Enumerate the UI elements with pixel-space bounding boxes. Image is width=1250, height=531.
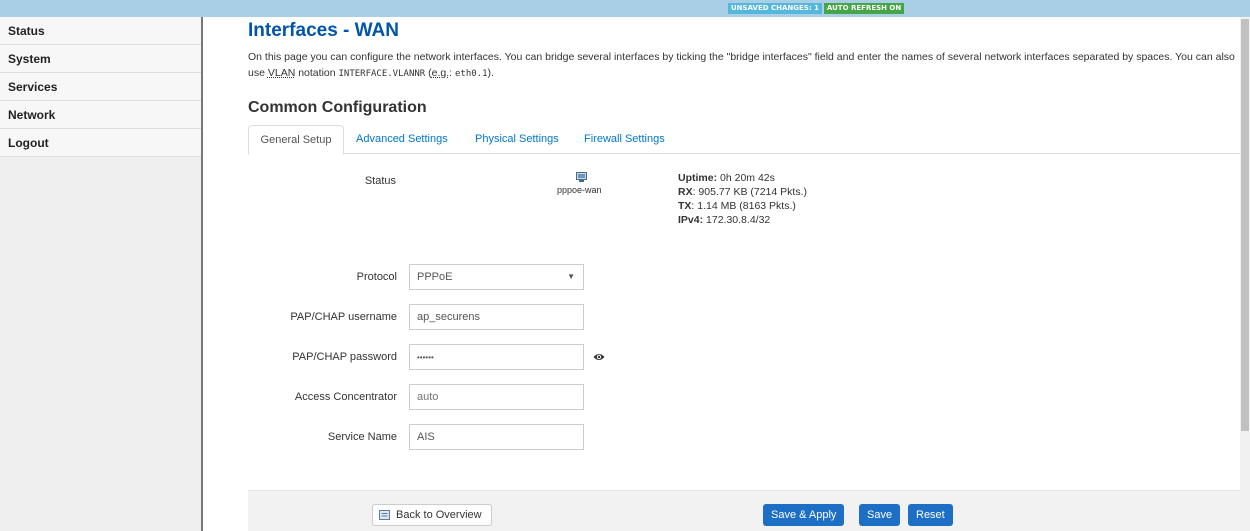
- service-name-input[interactable]: [409, 424, 584, 450]
- back-button-label: Back to Overview: [396, 509, 482, 521]
- access-concentrator-row: Access Concentrator: [205, 384, 1205, 410]
- access-concentrator-input[interactable]: [409, 384, 584, 410]
- password-label: PAP/CHAP password: [292, 351, 397, 363]
- password-row: PAP/CHAP password: [205, 344, 1205, 370]
- sidebar-item-services[interactable]: Services: [0, 73, 201, 101]
- protocol-label: Protocol: [356, 271, 397, 283]
- page-scrollbar[interactable]: [1240, 17, 1250, 531]
- tab-firewall-settings[interactable]: Firewall Settings: [584, 125, 665, 154]
- back-to-overview-button[interactable]: Back to Overview: [372, 504, 492, 526]
- unsaved-changes-badge[interactable]: UNSAVED CHANGES: 1: [728, 3, 822, 14]
- tab-physical-settings[interactable]: Physical Settings: [475, 125, 559, 154]
- interface-status: pppoe-wan: [557, 171, 602, 195]
- status-label: Status: [364, 175, 396, 187]
- example-code: eth0.1: [454, 69, 488, 79]
- username-input[interactable]: [409, 304, 584, 330]
- service-name-label: Service Name: [327, 431, 397, 443]
- username-row: PAP/CHAP username: [205, 304, 1205, 330]
- sidebar-item-system[interactable]: System: [0, 45, 201, 73]
- chevron-down-icon: ▼: [567, 272, 575, 281]
- tx-label: TX: [678, 200, 692, 212]
- service-name-row: Service Name: [205, 424, 1205, 450]
- protocol-select[interactable]: PPPoE ▼: [409, 264, 584, 290]
- vlan-abbr: VLAN: [267, 67, 296, 79]
- eye-icon[interactable]: [593, 352, 605, 362]
- rx-value: : 905.77 KB (7214 Pkts.): [692, 186, 807, 198]
- sidebar-menu: Status System Services Network Logout: [0, 17, 203, 531]
- sidebar-item-network[interactable]: Network: [0, 101, 201, 129]
- page-description: On this page you can configure the netwo…: [248, 49, 1238, 82]
- interface-name: pppoe-wan: [557, 185, 602, 195]
- tab-advanced-settings[interactable]: Advanced Settings: [356, 125, 448, 154]
- network-interface-icon: [575, 172, 587, 182]
- sidebar-item-status[interactable]: Status: [0, 17, 201, 45]
- top-status-bar: UNSAVED CHANGES: 1 AUTO REFRESH ON: [0, 0, 1250, 17]
- desc-text: ).: [487, 67, 494, 79]
- sidebar-item-logout[interactable]: Logout: [0, 129, 201, 157]
- ipv4-value: 172.30.8.4/32: [703, 214, 771, 226]
- password-input[interactable]: [409, 344, 584, 370]
- protocol-value: PPPoE: [417, 271, 453, 283]
- section-title: Common Configuration: [248, 99, 427, 116]
- username-label: PAP/CHAP username: [290, 311, 397, 323]
- scrollbar-thumb[interactable]: [1241, 19, 1249, 431]
- tab-general-setup[interactable]: General Setup: [248, 125, 344, 155]
- uptime-line: Uptime: 0h 20m 42s: [678, 171, 807, 185]
- rx-label: RX: [678, 186, 693, 198]
- uptime-value: 0h 20m 42s: [717, 172, 775, 184]
- tx-line: TX: 1.14 MB (8163 Pkts.): [678, 199, 807, 213]
- rx-line: RX: 905.77 KB (7214 Pkts.): [678, 185, 807, 199]
- vlan-notation-code: INTERFACE.VLANNR: [338, 69, 426, 79]
- ipv4-label: IPv4:: [678, 214, 704, 226]
- uptime-label: Uptime:: [678, 172, 718, 184]
- save-apply-button[interactable]: Save & Apply: [763, 504, 845, 526]
- main-content: Interfaces - WAN On this page you can co…: [205, 17, 1240, 531]
- protocol-row: Protocol PPPoE ▼: [205, 264, 1205, 290]
- tx-value: : 1.14 MB (8163 Pkts.): [691, 200, 796, 212]
- page-title: Interfaces - WAN: [248, 20, 399, 41]
- desc-text: notation: [295, 67, 339, 79]
- tab-bar: General Setup Advanced Settings Physical…: [248, 125, 1240, 155]
- interface-stats: Uptime: 0h 20m 42s RX: 905.77 KB (7214 P…: [678, 171, 807, 227]
- ipv4-line: IPv4: 172.30.8.4/32: [678, 213, 807, 227]
- back-icon: [379, 510, 390, 520]
- auto-refresh-badge[interactable]: AUTO REFRESH ON: [823, 3, 905, 14]
- eg-abbr: e.g.: [431, 67, 450, 79]
- save-button[interactable]: Save: [859, 504, 901, 526]
- action-footer: Back to Overview Save & Apply Save Reset: [248, 490, 1240, 531]
- reset-button[interactable]: Reset: [908, 504, 953, 526]
- access-concentrator-label: Access Concentrator: [294, 391, 397, 403]
- status-badges: UNSAVED CHANGES: 1 AUTO REFRESH ON: [728, 3, 906, 14]
